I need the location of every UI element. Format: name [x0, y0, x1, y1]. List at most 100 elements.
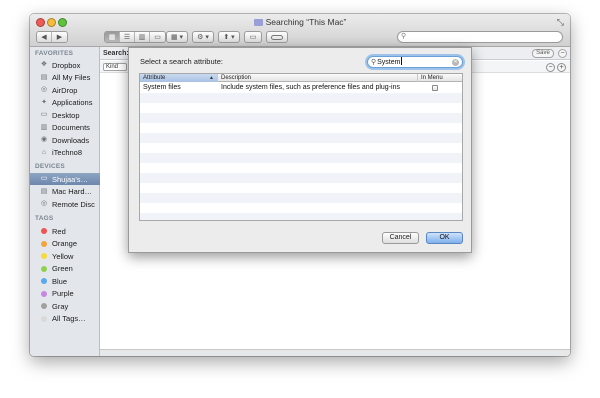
tag-dot-icon: [41, 315, 47, 322]
sidebar-tag-yellow[interactable]: Yellow: [30, 250, 100, 262]
sidebar-tag-orange[interactable]: Orange: [30, 238, 100, 250]
toggle-tags-button[interactable]: [266, 31, 288, 43]
sidebar-item-label: Green: [52, 264, 73, 273]
empty-row: [140, 153, 462, 163]
home-icon: ⌂: [41, 148, 47, 156]
attribute-search-value: System: [377, 59, 401, 66]
empty-row: [140, 143, 462, 153]
empty-row: [140, 93, 462, 103]
tag-dot-icon: [41, 253, 47, 259]
column-header-in-menu[interactable]: In Menu: [418, 74, 462, 82]
ok-button[interactable]: OK: [426, 232, 463, 244]
forward-button[interactable]: ▶: [52, 32, 67, 42]
action-button[interactable]: ⚙ ▾: [192, 31, 214, 43]
sidebar-tag-gray[interactable]: Gray: [30, 300, 100, 312]
sidebar-item-mac-hard-drive[interactable]: ▤ Mac Hard…: [30, 186, 100, 198]
sidebar-item-label: All Tags…: [52, 314, 86, 323]
search-icon: ⚲: [401, 33, 407, 40]
back-forward-control: ◀ ▶: [36, 31, 68, 43]
disc-icon: ◎: [40, 200, 48, 207]
icon-view-button[interactable]: ▦: [105, 32, 120, 42]
sidebar-item-label: Desktop: [52, 110, 80, 120]
toolbar-search-field[interactable]: ⚲: [397, 31, 563, 43]
table-header: Attribute ▲ Description In Menu: [140, 74, 462, 82]
tags-header: TAGS: [35, 215, 54, 222]
empty-row: [140, 183, 462, 193]
downloads-icon: ◉: [40, 136, 48, 143]
sidebar-item-label: Dropbox: [52, 60, 81, 70]
all-files-icon: ▤: [40, 73, 48, 81]
pill-icon: [271, 34, 283, 40]
sidebar-item-label: Red: [52, 226, 66, 236]
remove-criteria-button[interactable]: −: [546, 63, 555, 72]
favorites-header: FAVORITES: [35, 50, 74, 57]
cancel-button[interactable]: Cancel: [382, 232, 419, 244]
sidebar-item-dropbox[interactable]: ❖ Dropbox: [30, 59, 100, 71]
column-view-button[interactable]: ▥: [135, 32, 150, 42]
attribute-table: Attribute ▲ Description In Menu System fi…: [139, 73, 463, 221]
documents-icon: ▥: [40, 123, 48, 131]
sidebar-tag-red[interactable]: Red: [30, 225, 100, 237]
sidebar-item-shujaas-mac[interactable]: ▭ Shujaa's…: [30, 173, 100, 185]
empty-row: [140, 193, 462, 203]
sidebar-item-airdrop[interactable]: ◎ AirDrop: [30, 84, 100, 96]
sidebar-item-label: Remote Disc: [52, 199, 95, 209]
tag-dot-icon: [41, 278, 47, 284]
sidebar-item-label: Purple: [52, 289, 74, 298]
in-menu-checkbox[interactable]: [432, 85, 438, 91]
empty-row: [140, 163, 462, 173]
sidebar-item-label: Gray: [52, 301, 69, 311]
sidebar-item-label: Shujaa's…: [52, 174, 89, 184]
sidebar-tag-blue[interactable]: Blue: [30, 275, 100, 287]
search-scope-label: Search:: [103, 50, 129, 57]
sidebar-item-applications[interactable]: ✦ Applications: [30, 97, 100, 109]
empty-row: [140, 203, 462, 213]
fullscreen-icon[interactable]: ⤡: [557, 17, 564, 28]
sidebar-tag-all-tags[interactable]: All Tags…: [30, 313, 100, 325]
tag-dot-icon: [41, 228, 47, 234]
attribute-search-field[interactable]: ⚲System ✕: [367, 56, 463, 68]
devices-header: DEVICES: [35, 163, 65, 170]
back-button[interactable]: ◀: [37, 32, 52, 42]
column-header-label: Attribute: [143, 75, 166, 81]
empty-row: [140, 213, 462, 220]
edit-tags-button[interactable]: ▭: [244, 31, 262, 43]
sidebar-item-downloads[interactable]: ◉ Downloads: [30, 134, 100, 146]
column-header-description[interactable]: Description: [218, 74, 418, 82]
save-search-button[interactable]: Save: [532, 49, 554, 58]
sidebar-item-remote-disc[interactable]: ◎ Remote Disc: [30, 198, 100, 210]
table-row[interactable]: System files Include system files, such …: [140, 83, 462, 93]
clear-search-icon[interactable]: ✕: [452, 59, 459, 66]
column-header-attribute[interactable]: Attribute ▲: [140, 74, 218, 82]
sidebar-tag-green[interactable]: Green: [30, 263, 100, 275]
add-criteria-button[interactable]: +: [557, 63, 566, 72]
list-view-button[interactable]: ☰: [120, 32, 135, 42]
empty-row: [140, 103, 462, 113]
empty-row: [140, 173, 462, 183]
column-header-label: Description: [221, 75, 252, 81]
sidebar-item-all-my-files[interactable]: ▤ All My Files: [30, 72, 100, 84]
sidebar-item-desktop[interactable]: ▭ Desktop: [30, 109, 100, 121]
status-bar: [100, 349, 570, 356]
window-title-text: Searching “This Mac”: [265, 17, 347, 27]
sheet-title: Select a search attribute:: [140, 57, 223, 66]
hard-drive-icon: ▤: [40, 187, 48, 195]
arrange-button[interactable]: ▦ ▾: [166, 31, 188, 43]
applications-icon: ✦: [41, 98, 47, 106]
sidebar-item-label: Downloads: [52, 135, 90, 145]
sidebar-tag-purple[interactable]: Purple: [30, 288, 100, 300]
search-icon: ⚲: [371, 59, 377, 66]
sidebar-item-label: Documents: [52, 123, 90, 132]
sort-ascending-icon: ▲: [209, 75, 214, 81]
coverflow-view-button[interactable]: ▭: [150, 32, 165, 42]
tag-dot-icon: [41, 265, 47, 272]
sidebar-item-itechno8[interactable]: ⌂ iTechno8: [30, 147, 100, 159]
share-button[interactable]: ⬆ ▾: [218, 31, 240, 43]
title-bar: Searching “This Mac” ⤡ ◀ ▶ ▦ ☰ ▥ ▭ ▦ ▾ ⚙…: [30, 14, 570, 47]
tag-dot-icon: [41, 240, 47, 247]
kind-popup-button[interactable]: Kind: [103, 63, 127, 71]
sidebar-item-documents[interactable]: ▥ Documents: [30, 122, 100, 134]
remove-scope-button[interactable]: −: [558, 49, 567, 58]
column-header-label: In Menu: [421, 75, 443, 81]
tag-dot-icon: [41, 290, 47, 297]
